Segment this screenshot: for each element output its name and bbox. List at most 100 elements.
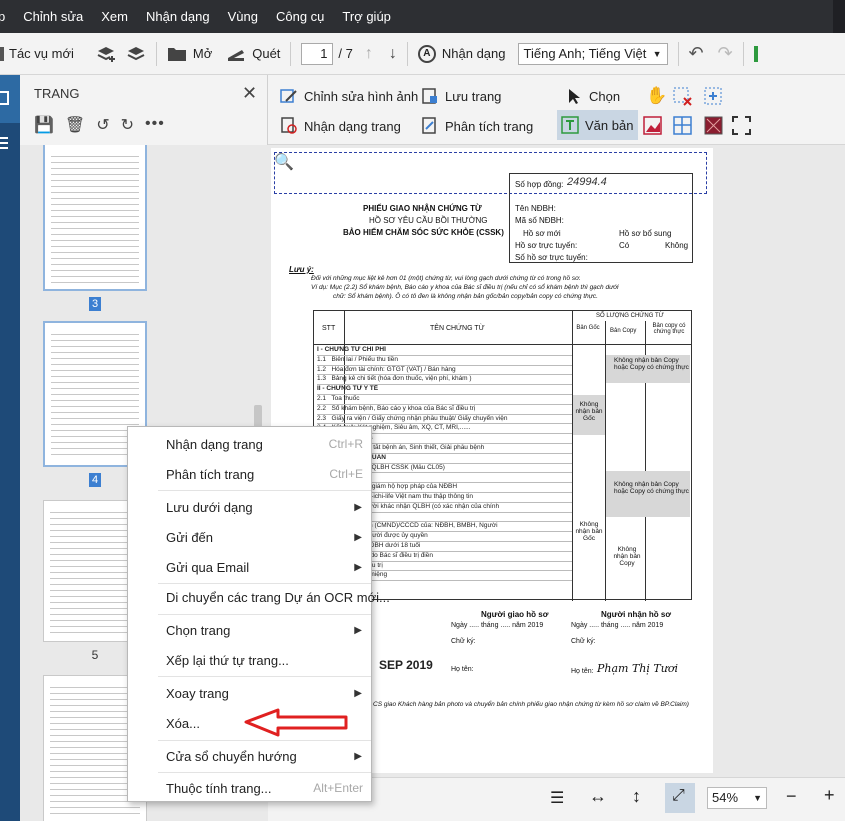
task-icon xyxy=(0,46,4,61)
recognize-button[interactable]: A Nhận dạng xyxy=(417,44,506,63)
menu-item-select-pages[interactable]: Chọn trang xyxy=(166,623,230,638)
layers-button[interactable] xyxy=(126,44,146,64)
remove-area-icon[interactable] xyxy=(673,87,693,107)
fit-height-icon[interactable]: ↕ xyxy=(632,786,641,807)
table-row: 1.1 Biên lai / Phiếu thu tiền xyxy=(317,356,572,366)
text-area-icon xyxy=(561,116,579,134)
save-page-button[interactable]: Lưu trang xyxy=(421,87,501,105)
chevron-down-icon: ▼ xyxy=(753,793,762,803)
fit-width-icon[interactable]: ↔ xyxy=(589,786,607,807)
menu-item-send-email[interactable]: Gửi qua Email xyxy=(166,560,249,575)
undo-icon[interactable]: ↶ xyxy=(689,43,704,64)
list-view-tab[interactable] xyxy=(0,137,20,151)
menu-view[interactable]: Xem xyxy=(92,9,137,24)
menu-item-send-to[interactable]: Gửi đến xyxy=(166,530,213,545)
insured-name-label: Tên NĐBH: xyxy=(515,204,556,213)
menu-item-save-as[interactable]: Lưu dưới dạng xyxy=(166,500,253,515)
scan-label: Quét xyxy=(252,46,281,61)
toolbar-separator xyxy=(406,41,408,66)
menu-area[interactable]: Vùng xyxy=(219,9,267,24)
menu-item-reorder-pages[interactable]: Xếp lại thứ tự trang... xyxy=(166,653,289,668)
zoom-select[interactable]: 54% ▼ xyxy=(707,787,767,809)
page-number-box[interactable]: 1 xyxy=(301,42,334,65)
open-button[interactable]: Mở xyxy=(167,46,212,62)
menu-bar: p Chỉnh sửa Xem Nhận dạng Vùng Công cụ T… xyxy=(0,0,845,33)
new-task-button[interactable]: Tác vụ mới xyxy=(0,46,74,61)
fit-page-button[interactable]: ⤢ xyxy=(665,783,695,813)
menu-edit[interactable]: Chỉnh sửa xyxy=(14,9,92,24)
scanner-icon xyxy=(228,49,245,61)
menu-item-page-properties[interactable]: Thuộc tính trang... xyxy=(166,781,272,796)
edit-image-button[interactable]: Chỉnh sửa hình ảnh xyxy=(280,87,418,105)
menu-file[interactable]: p xyxy=(0,9,14,24)
page-current: 1 xyxy=(320,46,328,61)
panel-title: TRANG xyxy=(34,86,80,101)
menu-item-rotate-page[interactable]: Xoay trang xyxy=(166,686,229,701)
menu-item-recognize-page[interactable]: Nhận dạng trang xyxy=(166,437,263,452)
receiver-name-label: Họ tên: xyxy=(571,668,594,675)
picture-area-icon[interactable] xyxy=(643,116,663,136)
menu-item-move-pages[interactable]: Di chuyển các trang Dự án OCR mới... xyxy=(166,590,390,605)
footer-note: CS giao Khách hàng bản photo và chuyển b… xyxy=(373,701,689,708)
language-select[interactable]: Tiếng Anh; Tiếng Việt ▼ xyxy=(517,42,668,65)
edit-image-label: Chỉnh sửa hình ảnh xyxy=(304,88,419,104)
arrow-up-icon[interactable]: ↑ xyxy=(365,45,373,63)
add-area-icon[interactable] xyxy=(704,87,724,107)
analyze-page-button[interactable]: Phân tích trang xyxy=(421,117,533,135)
hand-icon[interactable]: ✋ xyxy=(646,86,667,106)
online-no-option: Không xyxy=(665,241,689,250)
submenu-arrow-icon: ▶ xyxy=(354,502,362,513)
zoom-value: 54% xyxy=(712,790,739,805)
toolbar-separator xyxy=(742,41,744,66)
thumbnail-content xyxy=(51,151,139,283)
menu-item-delete[interactable]: Xóa... xyxy=(166,716,200,731)
text-area-label: Văn bản xyxy=(585,117,634,133)
select-area-icon[interactable] xyxy=(732,116,752,136)
close-icon[interactable]: ✕ xyxy=(242,83,257,104)
add-layers-button[interactable] xyxy=(96,44,118,64)
document-toolbar: Chỉnh sửa hình ảnh Lưu trang Chọn ✋ Nhận… xyxy=(268,75,845,145)
handwriting-contract: 24994.4 xyxy=(567,176,607,188)
list-view-icon[interactable]: ☰ xyxy=(550,788,564,808)
online-yes-option: Có xyxy=(619,241,630,250)
sender-date: Ngày ..... tháng ..... năm 2019 xyxy=(451,622,544,629)
zoom-in-icon[interactable]: + xyxy=(824,785,835,806)
save-icon[interactable]: 💾 xyxy=(34,115,54,135)
more-icon[interactable]: ••• xyxy=(145,115,165,135)
table-row: 2.3 Giấy ra viện / Giấy chứng nhận phẫu … xyxy=(317,415,572,425)
recognize-page-button[interactable]: Nhận dạng trang xyxy=(280,117,401,135)
arrow-down-icon[interactable]: ↓ xyxy=(389,45,397,63)
redo-icon[interactable]: ↷ xyxy=(718,43,733,64)
menu-item-navigation-window[interactable]: Cửa sổ chuyển hướng xyxy=(166,749,297,764)
rotate-right-icon[interactable]: ↻ xyxy=(121,115,134,135)
online-file-label: Hồ sơ trực tuyến: xyxy=(515,241,578,250)
zoom-out-icon[interactable]: − xyxy=(786,786,797,807)
col-goc: Bản Gốc xyxy=(576,325,600,331)
table-row: 1.2 Hóa đơn tài chính: GTGT (VAT) / Bán … xyxy=(317,366,572,376)
table-area-icon[interactable] xyxy=(673,116,693,136)
new-file-option: Hồ sơ mới xyxy=(523,229,561,238)
stamp-no-orig: Không nhận bản Gốc xyxy=(575,401,603,422)
text-area-button[interactable]: Văn bản xyxy=(557,110,638,140)
menu-item-analyze-page[interactable]: Phân tích trang xyxy=(166,467,254,482)
open-label: Mở xyxy=(192,46,213,61)
menu-help[interactable]: Trợ giúp xyxy=(333,9,400,24)
background-area-icon[interactable] xyxy=(704,116,724,136)
menu-tools[interactable]: Công cụ xyxy=(267,9,333,24)
page-total: / 7 xyxy=(338,46,353,61)
sender-name: Họ tên: xyxy=(451,666,474,673)
table-row: 1.3 Bảng kê chi tiết (hóa đơn thuốc, việ… xyxy=(317,375,572,386)
page-thumbnail[interactable] xyxy=(43,145,147,291)
select-button[interactable]: Chọn xyxy=(565,87,620,105)
pages-view-tab[interactable] xyxy=(0,75,20,123)
recognize-page-icon xyxy=(281,117,297,134)
recognize-label: Nhận dạng xyxy=(441,46,506,61)
scan-button[interactable]: Quét xyxy=(226,46,280,62)
home-icon xyxy=(0,91,9,105)
shortcut-ctrl-e: Ctrl+E xyxy=(329,467,363,481)
table-row: 2.2 Sổ khám bệnh, Báo cáo y khoa của Bác… xyxy=(317,405,572,415)
trash-icon[interactable]: 🗑 xyxy=(65,115,85,135)
stamp-no-copy-3: Không nhận bản Copy xyxy=(613,546,641,567)
rotate-left-icon[interactable]: ↺ xyxy=(96,115,109,135)
menu-recognize[interactable]: Nhận dạng xyxy=(137,9,219,24)
